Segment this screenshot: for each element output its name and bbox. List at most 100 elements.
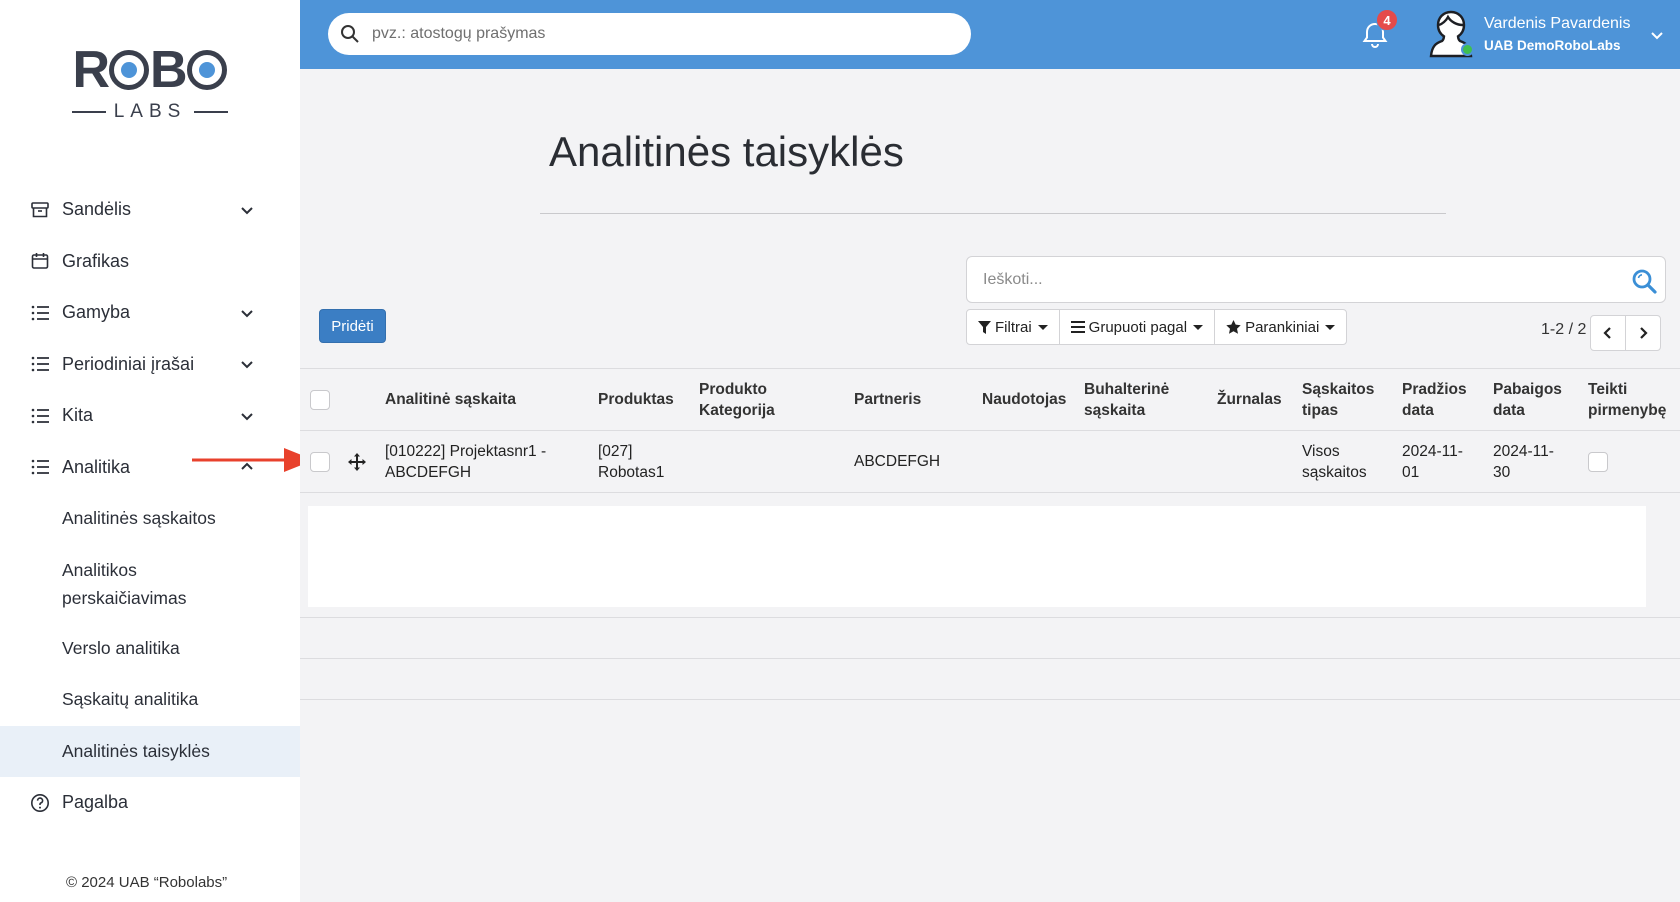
favorites-label: Parankiniai: [1245, 318, 1320, 336]
table-row[interactable]: [010222] Projektasnr1 - ABCDEFGH [027] R…: [300, 431, 1680, 493]
table-header: Analitinė sąskaita Produktas Produkto Ka…: [300, 368, 1680, 431]
sidebar-subitem-analitines-saskaitos[interactable]: Analitinės sąskaitos: [0, 493, 300, 545]
list-icon: [30, 457, 50, 477]
cell-saskaitos-tipas: Visos sąskaitos: [1302, 442, 1367, 481]
column-header[interactable]: Partneris: [854, 369, 954, 430]
star-icon: [1226, 320, 1241, 334]
filters-dropdown[interactable]: Filtrai: [966, 309, 1060, 345]
column-header[interactable]: Pradžios data: [1402, 369, 1482, 430]
sidebar-item-label: Kita: [62, 405, 94, 426]
group-by-label: Grupuoti pagal: [1088, 318, 1188, 336]
notification-badge: 4: [1376, 9, 1398, 31]
logo-subtitle: LABS: [72, 100, 228, 124]
logo-wordmark: RB: [72, 41, 228, 99]
caret-down-icon: [1037, 324, 1048, 330]
list-icon: [30, 354, 50, 374]
chevron-right-icon: [1640, 327, 1648, 339]
add-button[interactable]: Pridėti: [319, 309, 386, 343]
sidebar-subitem-saskaitu-analitika[interactable]: Sąskaitų analitika: [0, 674, 300, 726]
annotation-arrow-icon: [192, 448, 314, 472]
online-status-dot: [1461, 43, 1474, 56]
chevron-down-icon[interactable]: [240, 357, 254, 371]
pager-previous-button[interactable]: [1590, 315, 1626, 351]
sidebar-subitem-verslo-analitika[interactable]: Verslo analitika: [0, 623, 300, 675]
row-checkbox[interactable]: [310, 451, 330, 472]
list-search[interactable]: [966, 256, 1666, 303]
cell-partneris: ABCDEFGH: [854, 453, 941, 470]
list-search-input[interactable]: [983, 270, 1623, 289]
sidebar-item-kita[interactable]: Kita: [0, 390, 300, 442]
chevron-left-icon: [1603, 327, 1611, 339]
title-divider: [540, 213, 1446, 214]
cell-zurnalas: [1217, 431, 1297, 492]
sidebar-item-gamyba[interactable]: Gamyba: [0, 287, 300, 339]
sidebar-item-grafikas[interactable]: Grafikas: [0, 236, 300, 288]
cell-pradzios-data: 2024-11-01: [1402, 442, 1463, 481]
select-all-checkbox[interactable]: [310, 389, 330, 410]
move-arrows-icon: [348, 452, 366, 471]
sidebar-nav: Sandėlis Grafikas Gamyba Periodiniai įra…: [0, 184, 300, 829]
column-header[interactable]: Produkto Kategorija: [699, 369, 799, 430]
sidebar-item-label: Grafikas: [62, 250, 130, 271]
page-title: Analitinės taisyklės: [549, 128, 904, 175]
group-by-dropdown[interactable]: Grupuoti pagal: [1058, 309, 1216, 345]
archive-box-icon: [30, 200, 50, 220]
column-header[interactable]: Naudotojas: [982, 369, 1082, 430]
caret-down-icon: [1193, 324, 1204, 330]
pager-value[interactable]: 1-2 / 2: [1541, 321, 1586, 339]
list-icon: [30, 303, 50, 323]
global-search[interactable]: [328, 13, 971, 55]
robolabs-logo[interactable]: RB LABS: [72, 41, 228, 128]
sidebar-item-sandelis[interactable]: Sandėlis: [0, 184, 300, 236]
column-header[interactable]: Teikti pirmenybę: [1588, 369, 1678, 430]
favorites-dropdown[interactable]: Parankiniai: [1214, 309, 1348, 345]
cell-produktas: [027] Robotas1: [598, 442, 665, 481]
cell-analitine-saskaita: [010222] Projektasnr1 - ABCDEFGH: [385, 442, 547, 481]
caret-down-icon: [1325, 324, 1336, 330]
sidebar-subitem-analitikos-perskaiciavimas[interactable]: Analitikos perskaičiavimas: [0, 545, 300, 623]
sidebar-item-periodiniai-irasai[interactable]: Periodiniai įrašai: [0, 339, 300, 391]
column-header[interactable]: Analitinė sąskaita: [385, 369, 585, 430]
calendar-icon: [30, 251, 50, 271]
chevron-down-icon[interactable]: [240, 306, 254, 320]
sidebar-subitem-label: Analitikos perskaičiavimas: [62, 559, 187, 608]
column-header[interactable]: Produktas: [598, 369, 688, 430]
cell-buhalterine-saskaita: [1084, 431, 1194, 492]
sidebar-item-pagalba[interactable]: Pagalba: [0, 777, 300, 829]
sidebar-item-label: Sandėlis: [62, 199, 132, 220]
global-search-input[interactable]: [372, 25, 932, 43]
cell-teikti-pirmenybe: [1588, 431, 1608, 492]
user-company[interactable]: UAB DemoRoboLabs: [1484, 38, 1621, 53]
list-icon: [30, 406, 50, 426]
column-header[interactable]: Buhalterinė sąskaita: [1084, 369, 1194, 430]
column-header[interactable]: Sąskaitos tipas: [1302, 369, 1392, 430]
rules-table: Analitinė sąskaita Produktas Produkto Ka…: [300, 368, 1680, 493]
select-all-cell: [310, 369, 330, 430]
cell-produkto-kategorija: [699, 431, 799, 492]
drag-handle[interactable]: [348, 431, 366, 492]
pager-next-button[interactable]: [1625, 315, 1661, 351]
topbar: 4 Vardenis Pavardenis UAB DemoRoboLabs: [300, 0, 1680, 69]
empty-list-area: [308, 506, 1646, 607]
column-header[interactable]: Pabaigos data: [1493, 369, 1573, 430]
row-select-cell: [310, 431, 330, 492]
sidebar-item-label: Gamyba: [62, 302, 131, 323]
search-icon[interactable]: [1631, 268, 1657, 294]
sidebar-subitem-analitines-taisykles[interactable]: Analitinės taisyklės: [0, 725, 300, 777]
sidebar-item-label: Pagalba: [62, 792, 129, 813]
sidebar-item-label: Periodiniai įrašai: [62, 353, 195, 374]
question-circle-icon: [30, 793, 50, 813]
chevron-down-icon[interactable]: [240, 203, 254, 217]
bars-icon: [1070, 321, 1085, 333]
sidebar-item-label: Analitika: [62, 456, 131, 477]
filter-icon: [978, 320, 991, 334]
chevron-down-icon[interactable]: [1650, 28, 1664, 42]
column-header[interactable]: Žurnalas: [1217, 369, 1297, 430]
copyright-text: © 2024 UAB “Robolabs”: [66, 874, 228, 891]
divider: [300, 617, 1680, 618]
priority-checkbox[interactable]: [1588, 451, 1608, 472]
user-name[interactable]: Vardenis Pavardenis: [1484, 15, 1630, 33]
divider: [300, 658, 1680, 659]
cell-naudotojas: [982, 431, 1082, 492]
chevron-down-icon[interactable]: [240, 409, 254, 423]
